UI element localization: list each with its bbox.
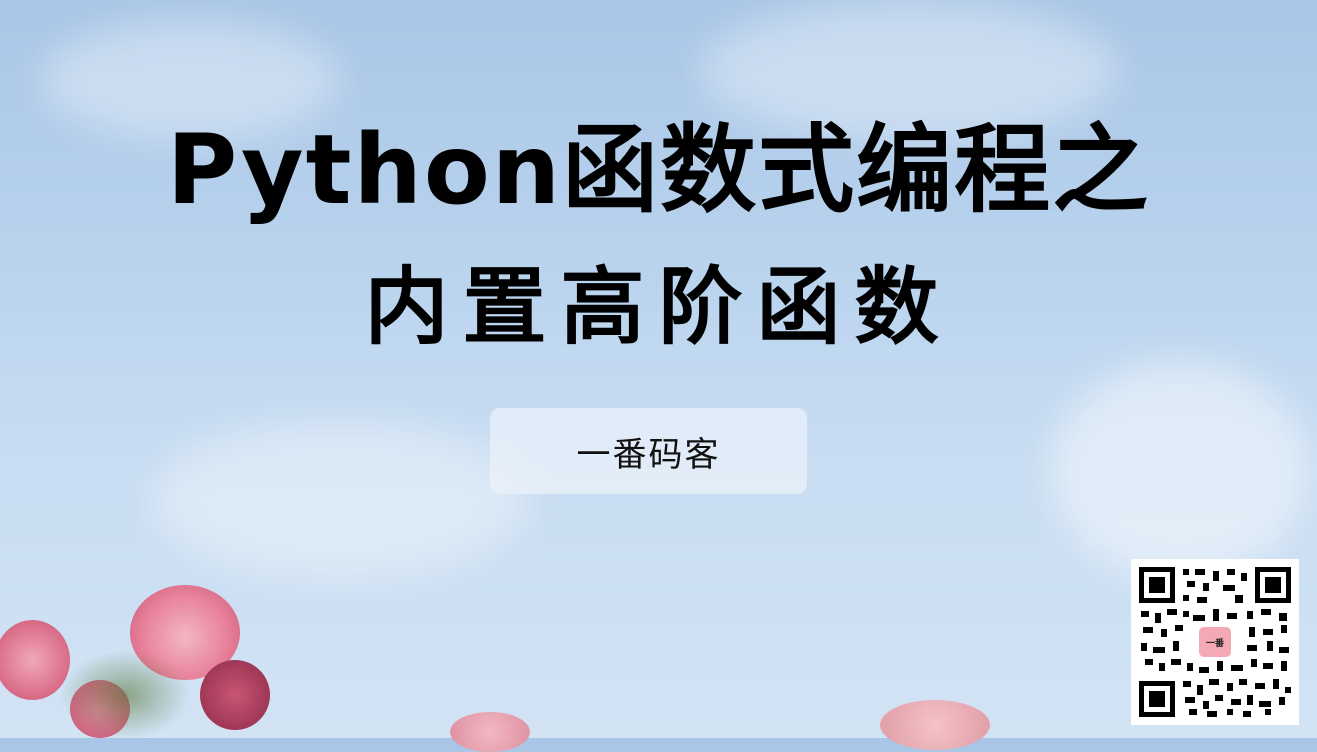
qr-logo: 一番 xyxy=(1199,627,1231,657)
title-line-2: 内置高阶函数 xyxy=(364,258,953,356)
title-line-1: Python函数式编程之 xyxy=(166,114,1151,226)
cloud xyxy=(150,420,530,580)
author-name: 一番码客 xyxy=(576,434,721,475)
flower xyxy=(880,700,990,750)
cloud xyxy=(1050,360,1310,580)
author-badge: 一番码客 xyxy=(490,408,807,494)
qr-code[interactable]: 一番 xyxy=(1131,559,1299,725)
leaves xyxy=(60,650,190,740)
flower xyxy=(200,660,270,730)
flower xyxy=(450,712,530,752)
